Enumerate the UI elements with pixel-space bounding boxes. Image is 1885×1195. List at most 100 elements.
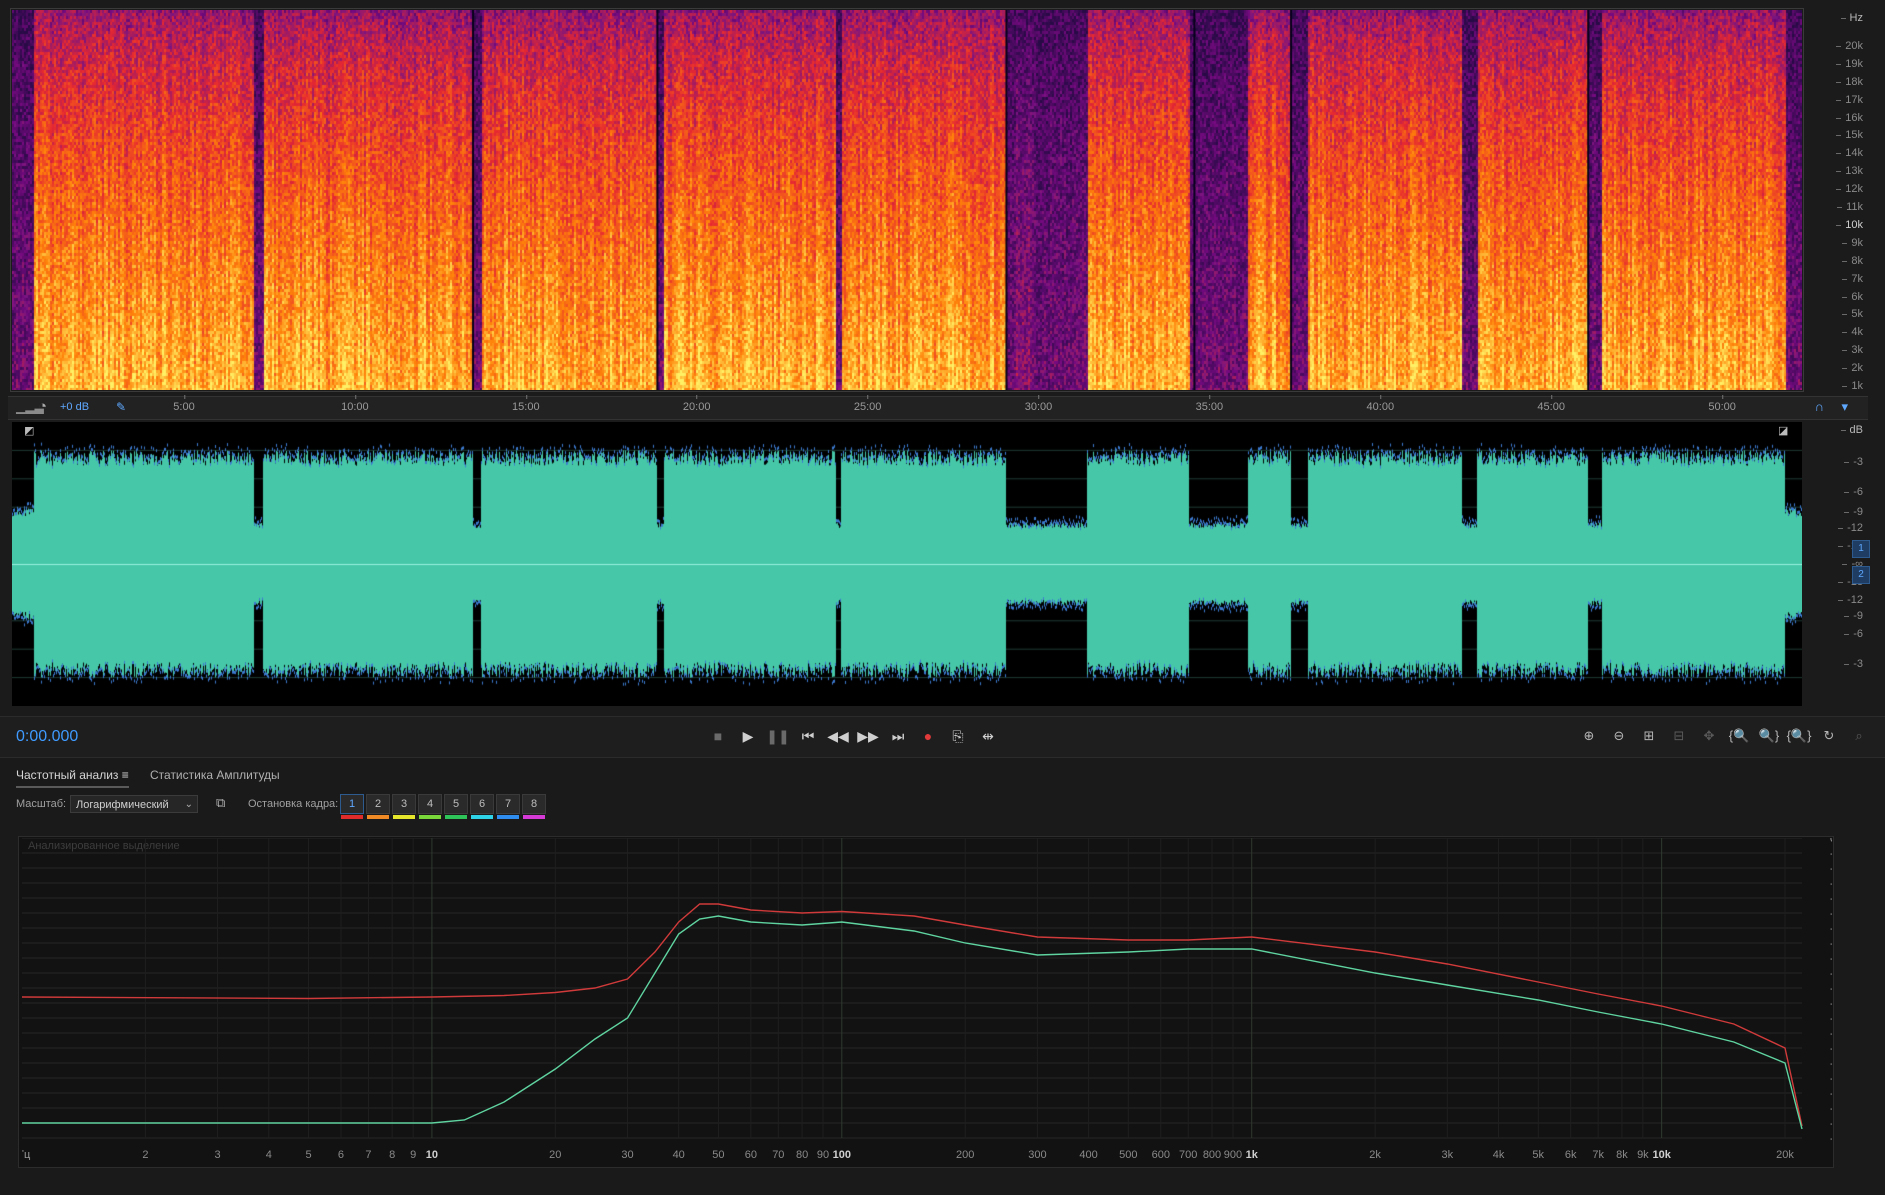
gain-knob-icon[interactable]: ◔ bbox=[38, 398, 47, 415]
x-tick-label: 80 bbox=[796, 1149, 808, 1160]
panel-menu-icon[interactable]: ≡ bbox=[122, 768, 129, 782]
x-tick-label: 4k bbox=[1493, 1149, 1505, 1160]
play-button[interactable]: ▶ bbox=[736, 725, 760, 747]
tab-amplitude-statistics[interactable]: Статистика Амплитуды bbox=[150, 768, 280, 786]
waveform-display[interactable] bbox=[12, 422, 1802, 706]
x-tick-label: 10 bbox=[426, 1149, 438, 1160]
time-tick-label: 15:00 bbox=[512, 395, 540, 413]
freeze-frame-4-button[interactable]: 4 bbox=[418, 794, 442, 819]
zoom-selection-icon[interactable]: ✥ bbox=[1696, 725, 1722, 747]
freeze-frame-label: 3 bbox=[400, 798, 408, 810]
spectral-frequency-display[interactable] bbox=[12, 10, 1802, 390]
x-tick-label: 7 bbox=[365, 1149, 371, 1160]
y-tick-label: -65 bbox=[1830, 1028, 1832, 1040]
pin-icon[interactable]: ✎ bbox=[116, 400, 126, 414]
time-tick-label: 50:00 bbox=[1708, 395, 1736, 413]
freeze-frame-label: Остановка кадра: bbox=[248, 798, 339, 810]
frequency-tick-label: 17k bbox=[1836, 93, 1863, 106]
frequency-tick-label: 10k bbox=[1836, 218, 1863, 231]
channel-1-button[interactable]: 1 bbox=[1852, 540, 1870, 558]
scale-select-value: Логарифмический bbox=[76, 799, 169, 811]
freeze-frame-label: 7 bbox=[504, 798, 512, 810]
x-tick-label: 50 bbox=[712, 1149, 724, 1160]
frequency-spectrum-chart: 0 -5 -10 -15 -20 -25 -30 -35 -40 -45 -50 -55 -60 -65 -… bbox=[22, 838, 1832, 1160]
channel-2-button[interactable]: 2 bbox=[1852, 566, 1870, 584]
x-tick-label: 1k bbox=[1246, 1149, 1259, 1160]
gain-value[interactable]: +0 dB bbox=[60, 401, 89, 413]
record-button[interactable]: ● bbox=[916, 725, 940, 747]
zoom-in-amplitude-icon[interactable]: ⊕ bbox=[1576, 725, 1602, 747]
freeze-frame-label: 4 bbox=[426, 798, 434, 810]
go-to-start-button[interactable]: ⏮ bbox=[796, 725, 820, 747]
corner-toggle-icon[interactable]: ◪ bbox=[1778, 424, 1788, 437]
marker-icon[interactable]: ▾ bbox=[1841, 399, 1848, 415]
x-tick-label: 9 bbox=[410, 1149, 416, 1160]
frequency-tick-label: 18k bbox=[1836, 75, 1863, 88]
time-tick-label: 45:00 bbox=[1537, 395, 1565, 413]
y-tick-label: -50 bbox=[1830, 983, 1832, 995]
freeze-frame-1-button[interactable]: 1 bbox=[340, 794, 364, 819]
amplitude-tick-label: -12 bbox=[1838, 522, 1863, 534]
skip-selection-button[interactable]: ⇹ bbox=[976, 725, 1000, 747]
fast-forward-button[interactable]: ▶▶ bbox=[856, 725, 880, 747]
rewind-button[interactable]: ◀◀ bbox=[826, 725, 850, 747]
time-tick-label: 20:00 bbox=[682, 395, 711, 413]
zoom-out-amplitude-icon[interactable]: ⊖ bbox=[1606, 725, 1632, 747]
headphones-icon[interactable]: ∩ bbox=[1815, 399, 1824, 414]
x-tick-label: 30 bbox=[621, 1149, 633, 1160]
x-tick-label: 60 bbox=[745, 1149, 757, 1160]
x-axis-unit: Гц bbox=[22, 1149, 31, 1160]
frequency-tick-label: 3k bbox=[1842, 344, 1863, 357]
y-tick-label: -20 bbox=[1830, 893, 1832, 905]
frequency-tick-label: 2k bbox=[1842, 362, 1863, 375]
amplitude-tick-label: -6 bbox=[1844, 486, 1863, 498]
frequency-tick-label: 8k bbox=[1842, 254, 1863, 267]
freeze-frame-8-button[interactable]: 8 bbox=[522, 794, 546, 819]
zoom-in-time-icon[interactable]: ⊞ bbox=[1636, 725, 1662, 747]
x-tick-label: 7k bbox=[1592, 1149, 1604, 1160]
go-to-end-button[interactable]: ⏭ bbox=[886, 725, 910, 747]
freeze-frame-6-button[interactable]: 6 bbox=[470, 794, 494, 819]
freeze-frame-color-bar bbox=[367, 815, 389, 819]
db-ruler: dB -3-6-9-12-18-∞-18-12-9-6-3 bbox=[1803, 422, 1863, 706]
zoom-left-icon[interactable]: {🔍 bbox=[1726, 725, 1752, 747]
zoom-both-icon[interactable]: {🔍} bbox=[1786, 725, 1812, 747]
x-tick-label: 8 bbox=[389, 1149, 395, 1160]
copy-icon[interactable]: ⧉ bbox=[216, 795, 225, 811]
x-tick-label: 300 bbox=[1028, 1149, 1046, 1160]
freeze-frame-5-button[interactable]: 5 bbox=[444, 794, 468, 819]
tab-frequency-analysis[interactable]: Частотный анализ ≡ bbox=[16, 768, 129, 788]
y-tick-label: -75 bbox=[1830, 1058, 1832, 1070]
x-tick-label: 700 bbox=[1179, 1149, 1197, 1160]
zoom-reset-icon[interactable]: ↻ bbox=[1816, 725, 1842, 747]
current-time[interactable]: 0:00.000 bbox=[16, 728, 78, 746]
frequency-tick-label: 1k bbox=[1842, 380, 1863, 392]
y-tick-label: 0 bbox=[1830, 838, 1832, 845]
tab-frequency-analysis-label: Частотный анализ bbox=[16, 768, 119, 782]
zoom-out-time-icon[interactable]: ⊟ bbox=[1666, 725, 1692, 747]
chevron-down-icon: ⌄ bbox=[184, 799, 193, 810]
pause-button[interactable]: ❚❚ bbox=[766, 725, 790, 747]
x-tick-label: 8k bbox=[1616, 1149, 1628, 1160]
freeze-frame-color-bar bbox=[445, 815, 467, 819]
freeze-frame-3-button[interactable]: 3 bbox=[392, 794, 416, 819]
time-tick-label: 35:00 bbox=[1195, 395, 1224, 413]
loop-playback-button[interactable]: ⎘ bbox=[946, 725, 970, 747]
amplitude-tick-label: -6 bbox=[1844, 628, 1863, 640]
freeze-frame-2-button[interactable]: 2 bbox=[366, 794, 390, 819]
db-unit-label: dB bbox=[1840, 424, 1863, 436]
zoom-right-icon[interactable]: 🔍} bbox=[1756, 725, 1782, 747]
hud-toggle-icon[interactable]: ◩ bbox=[24, 424, 34, 437]
frequency-tick-label: 14k bbox=[1836, 147, 1863, 160]
stop-button[interactable]: ■ bbox=[706, 725, 730, 747]
y-tick-label: -45 bbox=[1830, 968, 1832, 980]
scale-select[interactable]: Логарифмический ⌄ bbox=[70, 795, 198, 813]
x-tick-label: 3 bbox=[215, 1149, 221, 1160]
frequency-tick-label: 5k bbox=[1842, 308, 1863, 321]
freeze-frame-7-button[interactable]: 7 bbox=[496, 794, 520, 819]
zoom-out-full-icon[interactable]: ⌕ bbox=[1846, 725, 1872, 747]
time-tick-label: 40:00 bbox=[1366, 395, 1395, 413]
x-tick-label: 9k bbox=[1637, 1149, 1649, 1160]
timeline-ruler[interactable]: ▁▂▃ ◔ +0 dB ✎ 5:00 10:00 15:00 20:00 25:00 30… bbox=[8, 395, 1868, 420]
frequency-tick-label: 20k bbox=[1836, 40, 1863, 52]
